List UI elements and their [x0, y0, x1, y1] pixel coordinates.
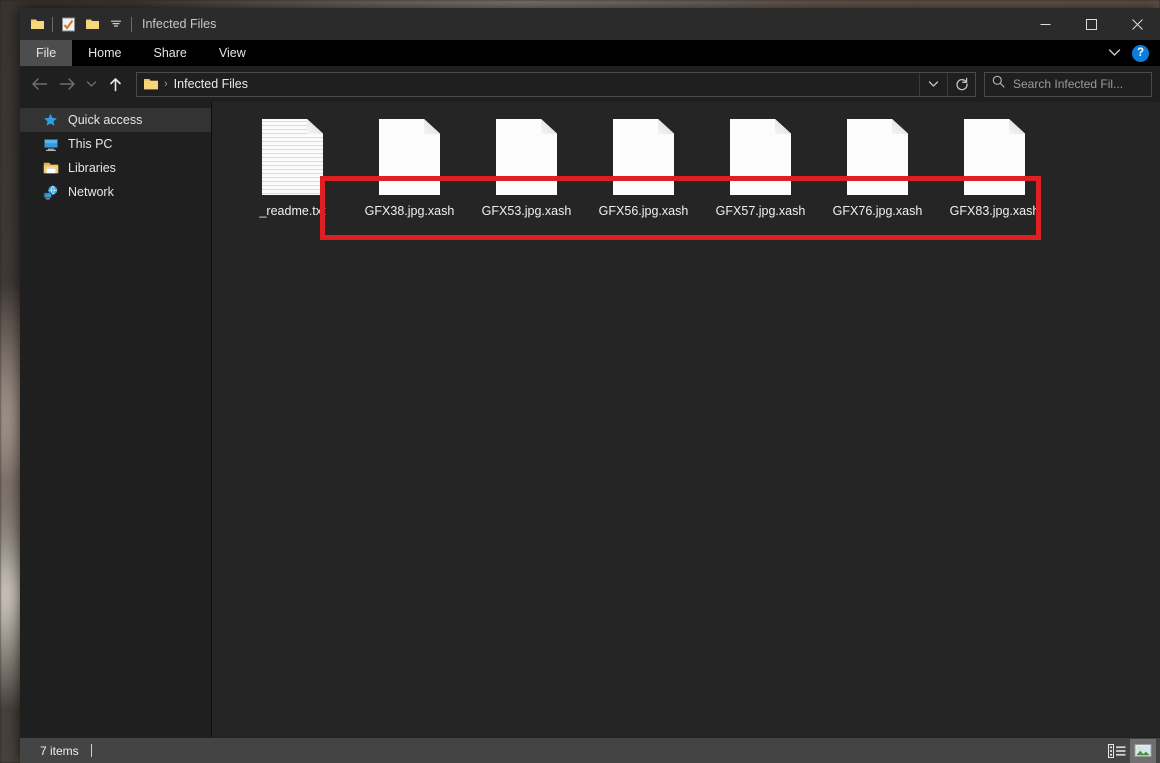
tab-share[interactable]: Share	[138, 40, 203, 66]
file-name-label: GFX57.jpg.xash	[715, 204, 806, 218]
status-bar: 7 items	[20, 737, 1160, 763]
navigation-pane: Quick access This PC Libraries Network	[20, 102, 212, 737]
tab-view[interactable]: View	[203, 40, 262, 66]
search-placeholder: Search Infected Fil...	[1013, 77, 1124, 91]
close-button[interactable]	[1114, 8, 1160, 40]
forward-button[interactable]	[53, 70, 81, 98]
blank-file-icon	[730, 119, 791, 195]
blank-file-icon	[964, 119, 1025, 195]
folder-icon	[143, 77, 159, 91]
blank-file-icon	[379, 119, 440, 195]
breadcrumb-path[interactable]: Infected Files	[174, 77, 248, 91]
file-name-label: GFX56.jpg.xash	[598, 204, 689, 218]
sidebar-item-libraries[interactable]: Libraries	[20, 156, 211, 180]
file-item[interactable]: GFX57.jpg.xash	[702, 116, 819, 218]
sidebar-item-label: Libraries	[68, 161, 116, 175]
file-item[interactable]: GFX56.jpg.xash	[585, 116, 702, 218]
help-icon[interactable]: ?	[1132, 44, 1149, 62]
chevron-down-icon[interactable]	[919, 72, 947, 96]
file-item[interactable]: _readme.txt	[234, 116, 351, 218]
item-count-label: 7 items	[40, 743, 79, 758]
file-item[interactable]: GFX76.jpg.xash	[819, 116, 936, 218]
star-icon	[42, 112, 59, 129]
sidebar-item-quick-access[interactable]: Quick access	[20, 108, 211, 132]
new-folder-icon[interactable]	[80, 12, 104, 36]
view-mode-buttons	[1104, 738, 1156, 763]
refresh-icon[interactable]	[947, 72, 975, 96]
breadcrumb[interactable]: › Infected Files	[136, 71, 976, 97]
libraries-folder-icon	[42, 160, 59, 177]
blank-file-icon	[496, 119, 557, 195]
ribbon-tab-bar: File Home Share View ?	[20, 40, 1160, 66]
sidebar-item-this-pc[interactable]: This PC	[20, 132, 211, 156]
sidebar-item-label: Quick access	[68, 113, 143, 127]
blank-file-icon	[847, 119, 908, 195]
chevron-down-icon[interactable]	[1108, 44, 1121, 62]
text-file-icon	[262, 119, 323, 195]
ribbon-right-controls: ?	[1108, 40, 1160, 66]
blank-file-icon	[613, 119, 674, 195]
network-icon	[42, 184, 59, 201]
file-item[interactable]: GFX38.jpg.xash	[351, 116, 468, 218]
search-icon	[992, 75, 1005, 93]
file-name-label: _readme.txt	[259, 204, 326, 218]
computer-icon	[42, 136, 59, 153]
breadcrumb-buttons	[919, 72, 975, 96]
file-grid: _readme.txt GFX38.jpg.xash GFX53.jpg.xas…	[212, 102, 1160, 218]
breadcrumb-separator[interactable]: ›	[164, 78, 168, 90]
file-name-label: GFX38.jpg.xash	[364, 204, 455, 218]
status-divider	[90, 744, 92, 757]
sidebar-item-label: This PC	[68, 137, 113, 151]
recent-locations-button[interactable]	[81, 70, 101, 98]
file-item[interactable]: GFX83.jpg.xash	[936, 116, 1053, 218]
file-name-label: GFX83.jpg.xash	[949, 204, 1040, 218]
properties-icon[interactable]	[56, 12, 80, 36]
toolbar-divider	[52, 16, 53, 32]
tab-file[interactable]: File	[20, 40, 73, 66]
file-name-label: GFX76.jpg.xash	[832, 204, 923, 218]
maximize-button[interactable]	[1068, 8, 1114, 40]
search-input[interactable]: Search Infected Fil...	[984, 71, 1152, 97]
file-name-label: GFX53.jpg.xash	[481, 204, 572, 218]
large-icons-view-button[interactable]	[1130, 738, 1156, 763]
folder-icon[interactable]	[25, 12, 49, 36]
file-list-view[interactable]: _readme.txt GFX38.jpg.xash GFX53.jpg.xas…	[212, 102, 1160, 737]
address-bar-row: › Infected Files Search Infected Fil...	[20, 66, 1160, 102]
file-explorer-window: Infected Files File Home Share View ? › …	[20, 8, 1160, 763]
quick-access-toolbar	[20, 8, 135, 40]
window-controls	[1022, 8, 1160, 40]
chevron-down-icon[interactable]	[104, 12, 128, 36]
minimize-button[interactable]	[1022, 8, 1068, 40]
title-bar: Infected Files	[20, 8, 1160, 40]
up-button[interactable]	[101, 70, 129, 98]
details-view-button[interactable]	[1104, 739, 1130, 763]
sidebar-item-network[interactable]: Network	[20, 180, 211, 204]
file-item[interactable]: GFX53.jpg.xash	[468, 116, 585, 218]
window-body: Quick access This PC Libraries Network _…	[20, 102, 1160, 737]
toolbar-divider-2	[131, 16, 132, 32]
back-button[interactable]	[25, 70, 53, 98]
sidebar-item-label: Network	[68, 185, 114, 199]
tab-home[interactable]: Home	[72, 40, 137, 66]
window-title: Infected Files	[142, 17, 217, 31]
